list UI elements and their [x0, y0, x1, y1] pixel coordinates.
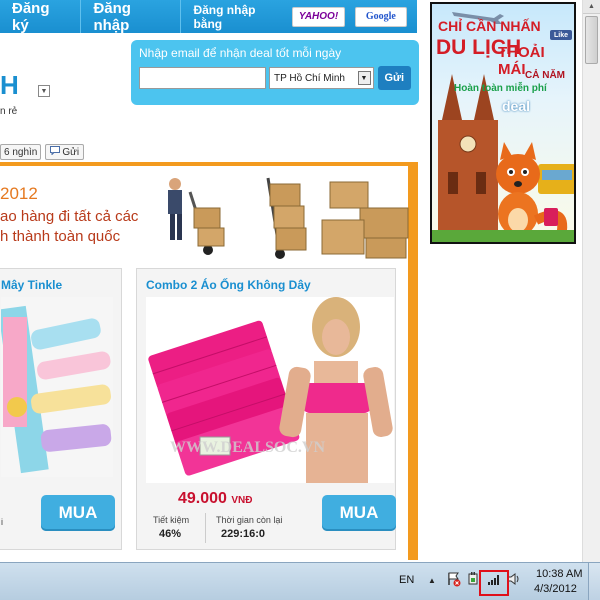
price-value: 49.000: [178, 490, 227, 507]
send-share-button[interactable]: Gửi: [45, 144, 85, 160]
clock-time[interactable]: 10:38 AM: [536, 568, 582, 580]
ad-headline-5: Hoàn toàn miễn phí: [454, 83, 547, 94]
scroll-up-arrow-icon[interactable]: ▲: [583, 0, 600, 14]
savings-label: Tiết kiệm: [153, 515, 190, 525]
email-subscribe-box: Nhập email để nhận deal tốt mỗi ngày TP …: [131, 40, 419, 105]
scrollbar-thumb[interactable]: [585, 16, 598, 64]
time-left-value: 229:16:0: [221, 528, 266, 540]
banner-line-1: ao hàng đi tất cả các: [0, 208, 139, 225]
speech-bubble-icon: [50, 146, 61, 158]
deal-price: 49.000 VNĐ: [178, 490, 253, 508]
action-center-flag-icon[interactable]: [446, 571, 462, 587]
banner-year: 2012: [0, 184, 38, 203]
show-desktop-button[interactable]: [588, 563, 600, 600]
site-logo-fragment[interactable]: H: [0, 70, 19, 101]
buy-button[interactable]: MUA: [322, 495, 396, 531]
login-with-label: Đăng nhập bằng: [193, 2, 256, 31]
yahoo-login-button[interactable]: YAHOO!: [292, 6, 345, 27]
city-select[interactable]: TP Hồ Chí Minh ▼: [269, 67, 374, 89]
watermark-text: WWW.DEALSOC.VN: [170, 439, 325, 456]
ad-like-badge: Like: [550, 30, 572, 40]
product-photo[interactable]: WWW.DEALSOC.VN: [146, 297, 394, 483]
time-left-label: Thời gian còn lại: [216, 515, 283, 525]
delivery-illustration: [168, 177, 409, 259]
deals-content-frame: 2012 ao hàng đi tất cả các h thành toàn …: [0, 162, 418, 560]
subscribe-send-button[interactable]: Gửi: [377, 66, 411, 90]
like-count: 6 nghìn: [0, 144, 42, 160]
email-field[interactable]: [139, 67, 266, 89]
subscribe-title: Nhập email để nhận deal tốt mỗi ngày: [139, 46, 342, 60]
price-currency: VNĐ: [231, 495, 253, 506]
banner-line-2: h thành toàn quốc: [0, 228, 121, 245]
product-card[interactable]: Mây Tinkle i MUA: [0, 268, 122, 550]
ad-brand: deal: [502, 98, 531, 114]
product-title[interactable]: Mây Tinkle: [1, 278, 62, 292]
chevron-down-icon[interactable]: ▼: [357, 71, 371, 85]
clock-date[interactable]: 4/3/2012: [534, 583, 577, 595]
product-title[interactable]: Combo 2 Áo Ống Không Dây: [146, 278, 311, 292]
show-hidden-icons-arrow-icon[interactable]: ▲: [428, 576, 436, 585]
login-link[interactable]: Đăng nhập: [81, 0, 182, 34]
google-login-button[interactable]: Google: [354, 6, 408, 27]
ad-headline-4: CẢ NĂM: [525, 70, 565, 81]
top-nav-bar: Đăng ký Đăng nhập Đăng nhập bằng YAHOO! …: [0, 0, 417, 34]
savings-value: 46%: [159, 528, 182, 540]
stats-divider: [205, 513, 206, 543]
chevron-down-icon[interactable]: ▼: [38, 85, 50, 97]
buy-button[interactable]: MUA: [41, 495, 115, 531]
site-tagline: n rẻ: [0, 106, 18, 117]
page-scrollbar[interactable]: ▲: [582, 0, 600, 562]
language-indicator[interactable]: EN: [399, 574, 414, 586]
register-link[interactable]: Đăng ký: [0, 0, 82, 34]
product-card[interactable]: Combo 2 Áo Ống Không Dây WWW.DEALSOC.VN …: [136, 268, 396, 550]
share-row: 6 nghìn Gửi: [0, 144, 85, 160]
highlight-annotation: [479, 570, 509, 596]
savings-label: i: [1, 517, 3, 527]
windows-taskbar: EN ▲ 10:38 AM 4/3/2012: [0, 562, 600, 600]
product-photo[interactable]: [1, 297, 113, 477]
ad-headline-1: CHỈ CẦN NHẤN: [438, 18, 541, 34]
city-select-value: TP Hồ Chí Minh: [274, 72, 345, 84]
send-share-label: Gửi: [62, 146, 80, 158]
shipping-banner[interactable]: 2012 ao hàng đi tất cả các h thành toàn …: [0, 172, 409, 260]
travel-ad-banner[interactable]: CHỈ CẦN NHẤN Like DU LỊCH THOẢI MÁI CẢ N…: [430, 2, 576, 244]
